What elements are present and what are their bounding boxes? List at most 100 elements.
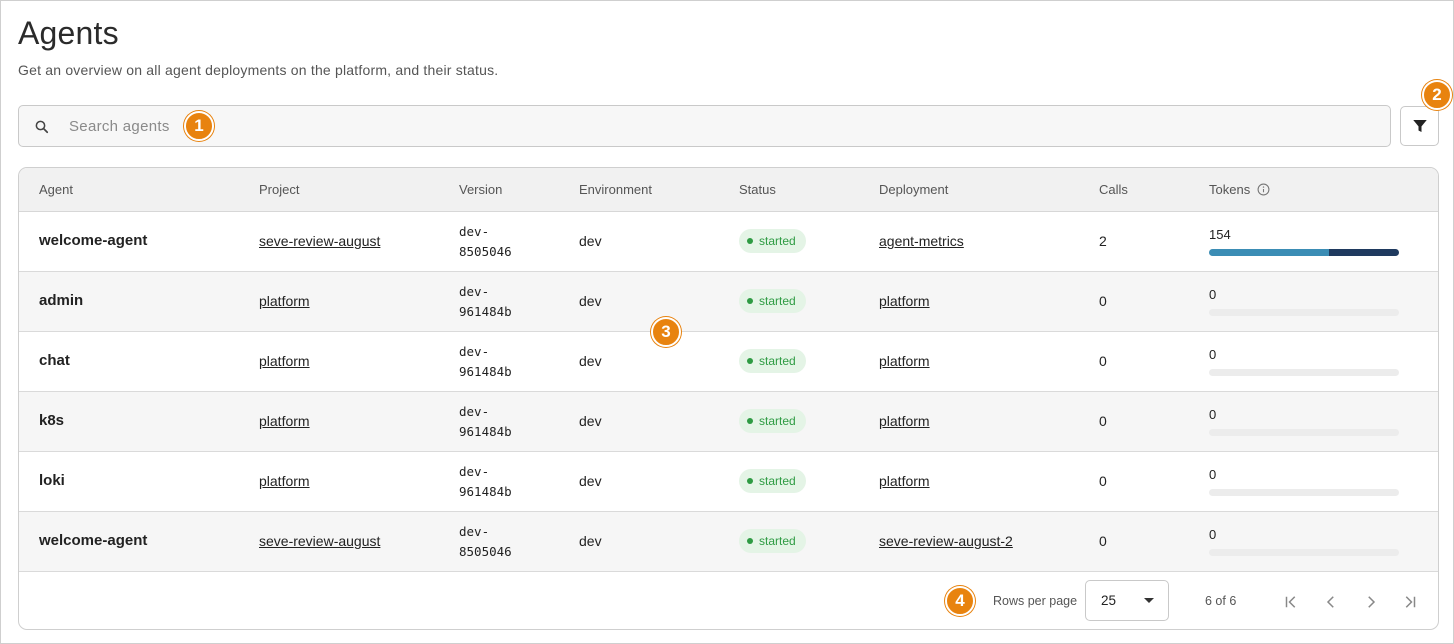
version-hash: 961484b: [459, 424, 512, 439]
version-hash: 961484b: [459, 304, 512, 319]
project-link[interactable]: platform: [259, 293, 310, 309]
version-text: dev- 961484b: [459, 462, 512, 502]
column-header-status[interactable]: Status: [739, 182, 776, 197]
filter-icon: [1412, 120, 1427, 132]
tokens-bar: [1209, 309, 1399, 316]
tokens-count: 0: [1209, 347, 1217, 362]
version-prefix: dev-: [459, 404, 490, 419]
column-header-version[interactable]: Version: [459, 182, 502, 197]
project-link[interactable]: platform: [259, 473, 310, 489]
first-page-button[interactable]: [1276, 587, 1306, 617]
caret-down-icon: [1144, 598, 1154, 603]
status-badge: started: [739, 469, 806, 493]
deployment-link[interactable]: platform: [879, 293, 930, 309]
search-input[interactable]: Search agents: [69, 118, 170, 135]
first-page-icon: [1285, 596, 1296, 608]
tokens-count: 0: [1209, 467, 1217, 482]
chevron-left-icon: [1326, 596, 1334, 608]
version-text: dev- 8505046: [459, 222, 512, 262]
version-prefix: dev-: [459, 284, 490, 299]
page-subtitle: Get an overview on all agent deployments…: [18, 62, 499, 78]
rows-per-page-label: Rows per page: [993, 594, 1078, 608]
next-page-button[interactable]: [1356, 587, 1386, 617]
agent-name: chat: [39, 352, 70, 369]
tokens-count: 154: [1209, 227, 1231, 242]
agent-name: welcome-agent: [39, 232, 148, 249]
calls-count: 0: [1099, 293, 1107, 309]
tokens-bar: [1209, 429, 1399, 436]
calls-count: 0: [1099, 533, 1107, 549]
status-text: started: [759, 414, 796, 428]
previous-page-button[interactable]: [1316, 587, 1346, 617]
version-text: dev- 961484b: [459, 282, 512, 322]
project-link[interactable]: seve-review-august: [259, 233, 380, 249]
tokens-bar: [1209, 249, 1399, 256]
environment: dev: [579, 413, 602, 429]
version-text: dev- 961484b: [459, 402, 512, 442]
agent-name: welcome-agent: [39, 532, 148, 549]
last-page-icon: [1405, 596, 1416, 608]
status-dot-icon: [747, 478, 753, 484]
status-dot-icon: [747, 298, 753, 304]
table-row[interactable]: loki platform dev- 961484b dev started pl…: [19, 452, 1438, 512]
tokens-count: 0: [1209, 407, 1217, 422]
deployment-link[interactable]: agent-metrics: [879, 233, 964, 249]
callout-badge-4: 4: [945, 586, 975, 616]
page-frame: Agents Get an overview on all agent depl…: [0, 0, 1454, 644]
info-icon[interactable]: [1257, 183, 1270, 196]
status-dot-icon: [747, 538, 753, 544]
status-text: started: [759, 234, 796, 248]
calls-count: 2: [1099, 233, 1107, 249]
filter-button[interactable]: [1400, 106, 1439, 146]
status-text: started: [759, 534, 796, 548]
calls-count: 0: [1099, 473, 1107, 489]
column-header-project[interactable]: Project: [259, 182, 299, 197]
page-title: Agents: [18, 15, 119, 51]
version-prefix: dev-: [459, 464, 490, 479]
environment: dev: [579, 293, 602, 309]
tokens-bar-segment-2: [1328, 249, 1399, 256]
version-prefix: dev-: [459, 224, 490, 239]
column-header-tokens[interactable]: Tokens: [1209, 182, 1250, 197]
table-row[interactable]: admin platform dev- 961484b dev started p…: [19, 272, 1438, 332]
table-row[interactable]: welcome-agent seve-review-august dev- 850…: [19, 512, 1438, 572]
status-badge: started: [739, 349, 806, 373]
callout-badge-3: 3: [651, 317, 681, 347]
table-row[interactable]: welcome-agent seve-review-august dev- 850…: [19, 212, 1438, 272]
search-box[interactable]: Search agents: [18, 105, 1391, 147]
column-header-deployment[interactable]: Deployment: [879, 182, 948, 197]
tokens-bar-segment-1: [1209, 249, 1329, 256]
version-hash: 961484b: [459, 364, 512, 379]
version-prefix: dev-: [459, 524, 490, 539]
status-badge: started: [739, 289, 806, 313]
callout-badge-2: 2: [1422, 80, 1452, 110]
column-header-agent[interactable]: Agent: [39, 182, 73, 197]
deployment-link[interactable]: seve-review-august-2: [879, 533, 1013, 549]
chevron-right-icon: [1368, 596, 1376, 608]
project-link[interactable]: platform: [259, 413, 310, 429]
tokens-count: 0: [1209, 527, 1217, 542]
environment: dev: [579, 353, 602, 369]
version-hash: 8505046: [459, 544, 512, 559]
page-info: 6 of 6: [1205, 594, 1237, 608]
deployment-link[interactable]: platform: [879, 353, 930, 369]
deployment-link[interactable]: platform: [879, 413, 930, 429]
version-hash: 961484b: [459, 484, 512, 499]
last-page-button[interactable]: [1395, 587, 1425, 617]
tokens-bar: [1209, 489, 1399, 496]
table-row[interactable]: k8s platform dev- 961484b dev started pla…: [19, 392, 1438, 452]
status-text: started: [759, 474, 796, 488]
table-footer: Rows per page 25 6 of 6: [19, 573, 1438, 629]
deployment-link[interactable]: platform: [879, 473, 930, 489]
project-link[interactable]: seve-review-august: [259, 533, 380, 549]
rows-per-page-select[interactable]: 25: [1085, 580, 1169, 621]
column-header-calls[interactable]: Calls: [1099, 182, 1128, 197]
tokens-bar: [1209, 549, 1399, 556]
status-dot-icon: [747, 418, 753, 424]
status-badge: started: [739, 409, 806, 433]
column-header-environment[interactable]: Environment: [579, 182, 652, 197]
status-text: started: [759, 354, 796, 368]
table-header: Agent Project Version Environment Status…: [19, 168, 1438, 212]
project-link[interactable]: platform: [259, 353, 310, 369]
table-row[interactable]: chat platform dev- 961484b dev started pl…: [19, 332, 1438, 392]
